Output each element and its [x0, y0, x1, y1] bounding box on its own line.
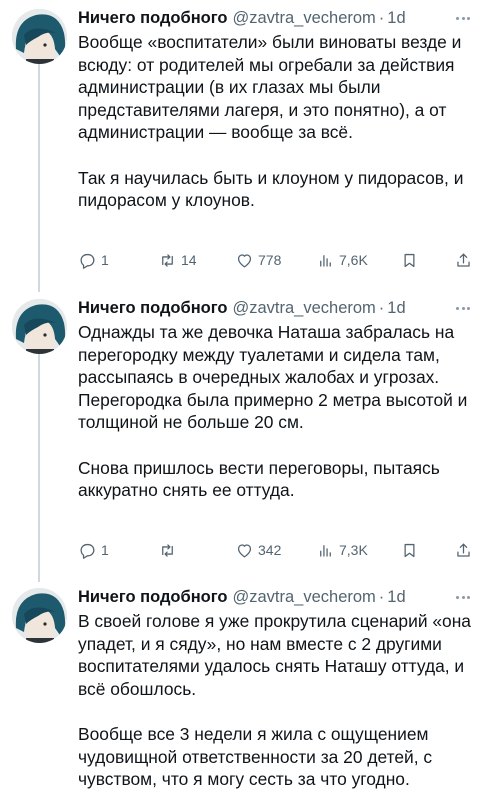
tweet[interactable]: Ничего подобного @zavtra_vecherom · 1d В…: [0, 7, 486, 292]
heart-icon: [237, 543, 252, 557]
tweet-paragraph: Вообще все 3 недели я жила с ощущением ч…: [78, 723, 433, 790]
share-upload-icon: [457, 253, 470, 267]
tweet-header: Ничего подобного @zavtra_vecherom · 1d: [78, 7, 406, 29]
author-handle[interactable]: @zavtra_vecherom: [232, 586, 375, 608]
reply-button[interactable]: 1: [78, 249, 109, 271]
avatar[interactable]: [12, 9, 67, 64]
share-button[interactable]: [454, 539, 473, 561]
avatar-image: [12, 588, 67, 643]
bookmark-button[interactable]: [400, 249, 419, 271]
tweet-paragraph: Вообще «воспитатели» были виноваты везде…: [78, 32, 462, 143]
avatar-image: [12, 9, 67, 64]
tweet-text: Вообще «воспитатели» были виноваты везде…: [78, 31, 474, 212]
like-count: 778: [258, 252, 282, 268]
repost-count: 14: [181, 252, 197, 268]
tweet-paragraph: Однажды та же девочка Наташа забралась н…: [78, 322, 468, 433]
tweet-paragraph: Так я научилась быть и клоуном у пидорас…: [78, 167, 464, 211]
tweet-header: Ничего подобного @zavtra_vecherom · 1d: [78, 586, 406, 608]
tweet[interactable]: Ничего подобного @zavtra_vecherom · 1d О…: [0, 297, 486, 582]
tweet[interactable]: Ничего подобного @zavtra_vecherom · 1d В…: [0, 586, 486, 800]
timestamp[interactable]: 1d: [387, 297, 405, 319]
author-name[interactable]: Ничего подобного: [78, 7, 227, 29]
bookmark-icon: [404, 253, 415, 267]
avatar-image: [12, 299, 67, 354]
more-dots-icon[interactable]: [456, 589, 470, 605]
action-bar: 1 342 7,3K: [78, 539, 474, 561]
reply-count: 1: [101, 252, 109, 268]
tweet-paragraph: Снова пришлось вести переговоры, пытаясь…: [78, 457, 440, 501]
view-count: 7,6K: [339, 252, 368, 268]
view-count: 7,3K: [339, 542, 368, 558]
author-handle[interactable]: @zavtra_vecherom: [232, 297, 375, 319]
repost-arrows-icon: [162, 253, 173, 267]
timestamp[interactable]: 1d: [387, 7, 405, 29]
bookmark-button[interactable]: [400, 539, 419, 561]
reply-count: 1: [101, 542, 109, 558]
avatar[interactable]: [12, 299, 67, 354]
like-count: 342: [258, 542, 282, 558]
tweet-text: Однажды та же девочка Наташа забралась н…: [78, 321, 474, 502]
avatar[interactable]: [12, 588, 67, 643]
repost-arrows-icon: [162, 543, 173, 557]
author-handle[interactable]: @zavtra_vecherom: [232, 7, 375, 29]
speech-bubble-icon: [80, 543, 95, 559]
repost-button[interactable]: [158, 539, 181, 561]
bookmark-icon: [404, 543, 415, 557]
author-name[interactable]: Ничего подобного: [78, 586, 227, 608]
separator-dot: ·: [378, 299, 385, 317]
tweet-text: В своей голове я уже прокрутила сценарий…: [78, 610, 474, 791]
heart-icon: [237, 253, 252, 267]
speech-bubble-icon: [80, 253, 95, 269]
tweet-paragraph: В своей голове я уже прокрутила сценарий…: [78, 611, 471, 699]
bar-chart-icon: [320, 544, 331, 557]
tweet-header: Ничего подобного @zavtra_vecherom · 1d: [78, 297, 406, 319]
like-button[interactable]: 342: [235, 539, 281, 561]
separator-dot: ·: [378, 9, 385, 27]
author-name[interactable]: Ничего подобного: [78, 297, 227, 319]
more-dots-icon[interactable]: [456, 300, 470, 316]
thread-feed: Ничего подобного @zavtra_vecherom · 1d В…: [0, 0, 486, 800]
repost-button[interactable]: 14: [158, 249, 197, 271]
bar-chart-icon: [320, 254, 331, 267]
views-button[interactable]: 7,3K: [316, 539, 368, 561]
share-button[interactable]: [454, 249, 473, 271]
share-upload-icon: [457, 543, 470, 557]
like-button[interactable]: 778: [235, 249, 281, 271]
reply-button[interactable]: 1: [78, 539, 109, 561]
separator-dot: ·: [378, 588, 385, 606]
timestamp[interactable]: 1d: [387, 586, 405, 608]
more-dots-icon[interactable]: [456, 10, 470, 26]
views-button[interactable]: 7,6K: [316, 249, 368, 271]
action-bar: 1 14 778 7,6K: [78, 249, 474, 271]
